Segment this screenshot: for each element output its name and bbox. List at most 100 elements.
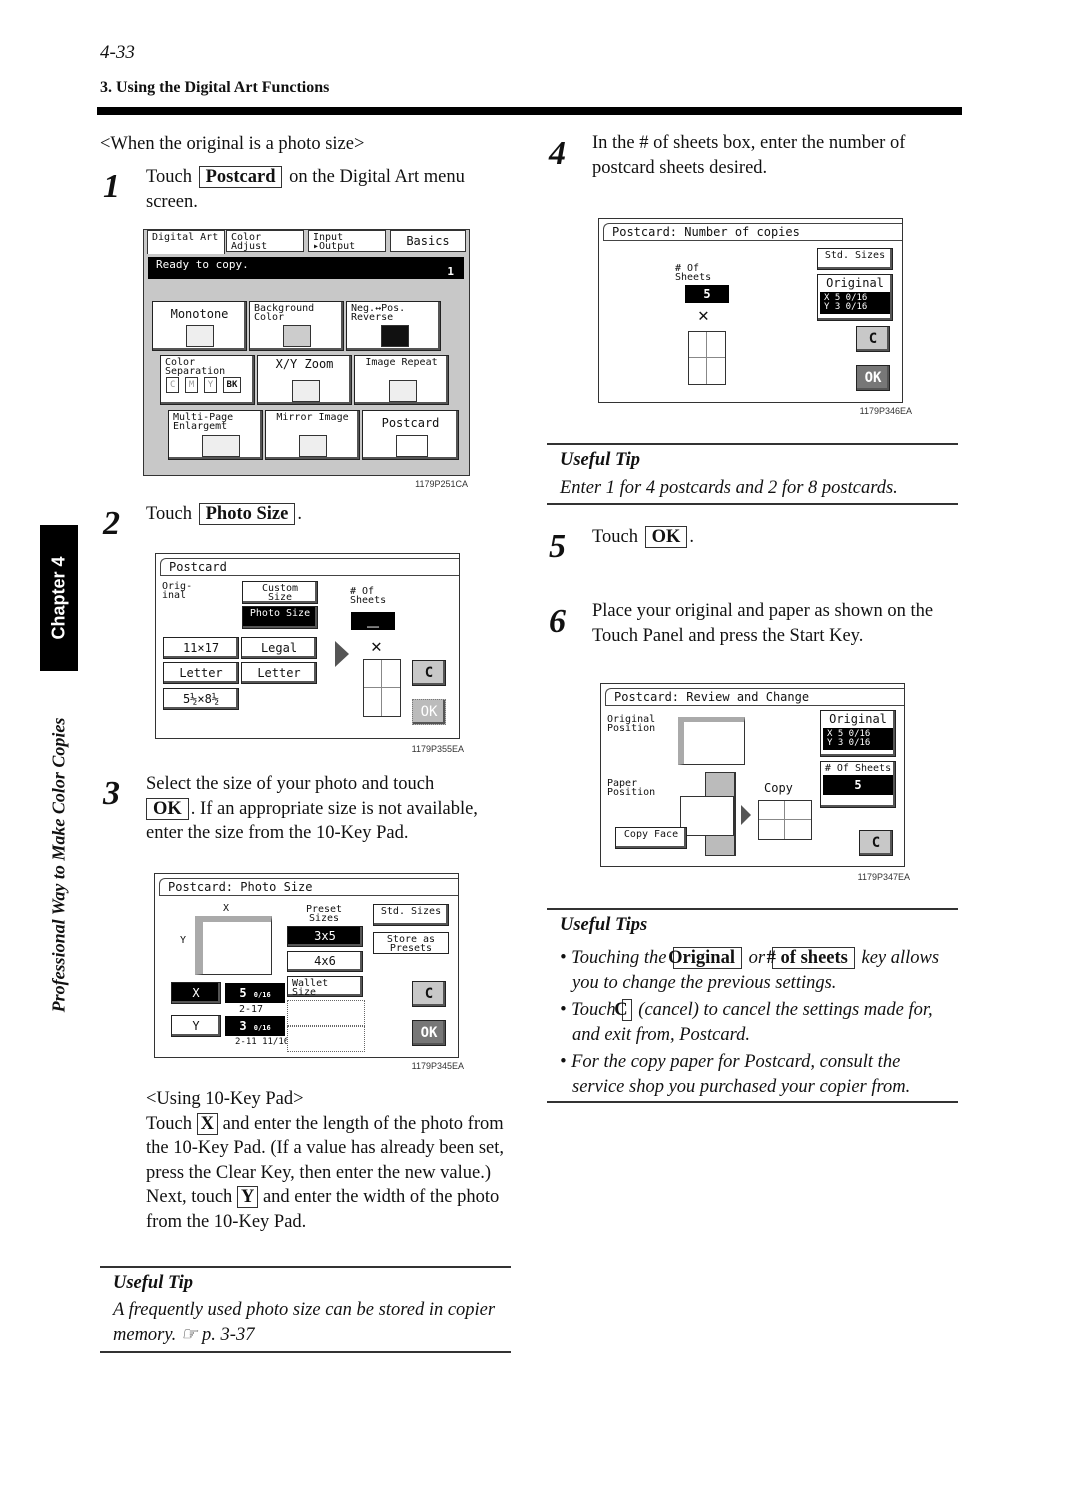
sheets-field[interactable]: 5 — [685, 285, 729, 303]
store-as-presets-button[interactable]: Store as Presets — [373, 932, 449, 954]
times-icon: ✕ — [698, 305, 709, 326]
button-label: Color Separation — [165, 357, 226, 377]
keypad-y-instruction: Next, touch Y and enter the width of the… — [146, 1185, 516, 1234]
cancel-button[interactable]: C — [412, 660, 446, 686]
screen-title: Postcard: Photo Size — [159, 878, 458, 896]
x-range: 2-17 — [239, 1004, 264, 1015]
times-icon: ✕ — [371, 636, 382, 657]
digital-art-screen: Digital Art Color Adjust Input ▸Output B… — [143, 229, 470, 476]
instruction-text: Touch — [146, 1113, 192, 1134]
useful-tip-title: Useful Tip — [113, 1273, 193, 1293]
status-text: Ready to copy. — [156, 258, 249, 271]
figure-code: 1179P346EA — [859, 406, 912, 416]
std-sizes-button[interactable]: Std. Sizes — [817, 248, 893, 270]
keypad-heading: <Using 10-Key Pad> — [146, 1089, 304, 1109]
y-button[interactable]: Y — [171, 1015, 221, 1037]
original-button[interactable]: Original X 5 0/16 Y 3 0/16 — [820, 710, 896, 757]
button-label: Background Color — [254, 303, 315, 323]
figure-code: 1179P251CA — [415, 479, 468, 489]
enlarge-icon — [202, 435, 240, 457]
photo-placement-icon — [195, 916, 272, 975]
tab-basics[interactable]: Basics — [390, 230, 466, 252]
screen-title: Postcard: Review and Change — [605, 688, 904, 706]
y-value-fraction: 0/16 — [253, 1024, 271, 1032]
status-bar: Ready to copy. 1 — [148, 257, 464, 279]
step-number: 6 — [549, 603, 566, 640]
empty-preset-slot[interactable] — [287, 1026, 365, 1052]
tab-color-adjust[interactable]: Color Adjust — [226, 230, 304, 252]
button-label: Mirror Image — [276, 412, 349, 423]
button-label: Postcard — [381, 416, 440, 430]
size-letter-portrait-button[interactable]: Letter — [241, 662, 317, 684]
cancel-button[interactable]: C — [412, 981, 446, 1007]
tip-item: • For the copy paper for Postcard, consu… — [560, 1052, 911, 1097]
custom-size-button[interactable]: Custom Size — [242, 581, 318, 604]
paper-position-label: Paper Position — [607, 778, 656, 798]
original-position-label: Original Position — [607, 714, 656, 734]
preset-sizes-label: Preset Sizes — [305, 904, 343, 924]
button-label: X/Y Zoom — [275, 357, 334, 371]
size-letter-landscape-button[interactable]: Letter — [163, 662, 239, 684]
screen-title: Postcard — [160, 558, 459, 576]
tip-text: or — [748, 948, 766, 968]
arrow-right-icon — [335, 641, 349, 667]
ok-button[interactable]: OK — [412, 1020, 446, 1046]
banana-icon — [283, 325, 311, 347]
y-value-whole: 3 — [239, 1019, 247, 1033]
copy-count: 1 — [447, 265, 454, 278]
tab-digital-art[interactable]: Digital Art — [147, 230, 225, 254]
preset-4x6-button[interactable]: 4x6 — [287, 951, 363, 972]
size-11x17-button[interactable]: 11×17 — [163, 637, 239, 659]
cancel-button[interactable]: C — [859, 830, 893, 856]
screen-title: Postcard: Number of copies — [603, 223, 902, 241]
original-size-readout: X 5 0/16 Y 3 0/16 — [820, 292, 890, 314]
keypad-instructions: <Using 10-Key Pad> Touch X and enter the… — [146, 1087, 516, 1234]
sheets-button[interactable]: # Of Sheets 5 — [820, 761, 896, 808]
step-text: Select the size of your photo and touch — [146, 774, 435, 794]
x-button[interactable]: X — [171, 982, 221, 1004]
postcard-key: Postcard — [198, 166, 283, 188]
copy-layout-icon — [758, 800, 812, 840]
button-label: Multi-Page Enlargemt — [173, 412, 234, 432]
x-value-whole: 5 — [239, 986, 247, 1000]
photo-size-button[interactable]: Photo Size — [242, 606, 318, 629]
banana-icon — [186, 325, 214, 347]
y-dimension-label: Y — [180, 935, 187, 946]
button-label: Image Repeat — [365, 357, 438, 368]
cancel-button[interactable]: C — [856, 326, 890, 352]
step-3-text: Select the size of your photo and touch … — [146, 772, 516, 846]
step-text: Touch — [146, 167, 192, 187]
figure-code: 1179P345EA — [411, 1061, 464, 1071]
empty-preset-slot[interactable] — [287, 1000, 365, 1026]
std-sizes-button[interactable]: Std. Sizes — [373, 904, 449, 926]
step-text: . If an appropriate size is not availabl… — [146, 798, 478, 844]
original-button[interactable]: Original X 5 0/16 Y 3 0/16 — [817, 274, 893, 321]
ok-button-disabled[interactable]: OK — [412, 699, 446, 725]
size-legal-button[interactable]: Legal — [241, 637, 317, 659]
banana-inverted-icon — [381, 325, 409, 347]
intro-text: <When the original is a photo size> — [100, 134, 365, 154]
ok-button[interactable]: OK — [856, 365, 890, 391]
step-text: on the Digital Art menu screen. — [146, 167, 465, 212]
book-title: Professional Way to Make Color Copies — [40, 695, 78, 1035]
preset-3x5-button[interactable]: 3x5 — [287, 926, 363, 947]
tip-text: • Touching the — [560, 948, 667, 968]
step-text: Touch — [146, 504, 192, 524]
original-label: Original — [829, 712, 887, 726]
tip-rule — [100, 1266, 511, 1268]
postcard-layout-icon — [363, 659, 401, 717]
x-key: X — [196, 1112, 218, 1135]
x-dimension-label: X — [223, 903, 230, 914]
step-text: . — [689, 527, 695, 547]
tab-input-output[interactable]: Input ▸Output — [308, 230, 386, 252]
sheets-label: # Of Sheets — [350, 586, 387, 606]
tip-item: • Touch C (cancel) to cancel the setting… — [560, 998, 955, 1047]
sheets-field[interactable]: __ — [351, 612, 395, 630]
original-y: Y 3 0/16 — [824, 302, 868, 312]
step-number: 3 — [103, 775, 120, 812]
size-5-5x8-5-button[interactable]: 5½×8½ — [163, 688, 239, 710]
preset-wallet-button[interactable]: Wallet Size — [287, 976, 363, 998]
postcard-screen: Postcard Orig- inal Custom Size Photo Si… — [155, 553, 460, 739]
page-number: 4-33 — [100, 42, 135, 63]
zoom-icon — [292, 380, 320, 402]
